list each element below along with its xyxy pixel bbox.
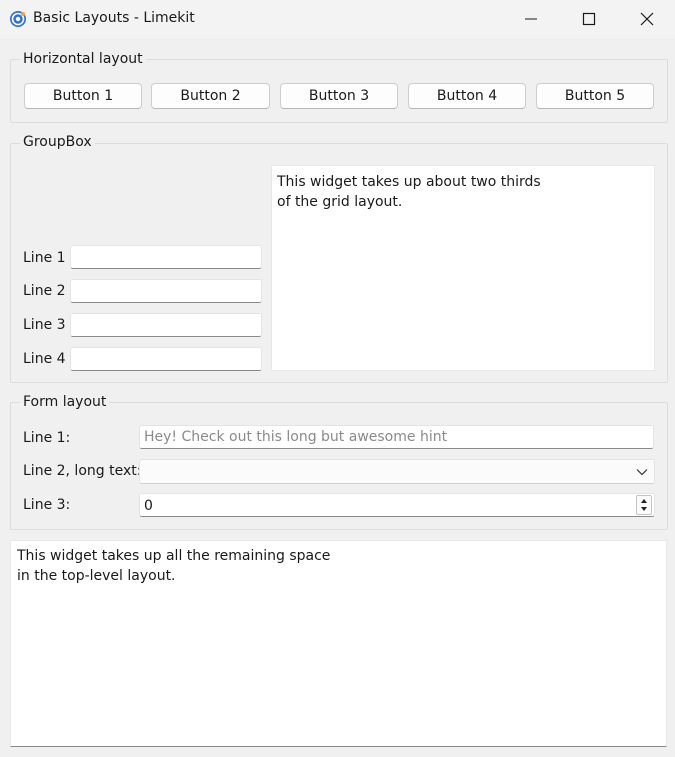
minimize-icon (525, 18, 537, 20)
button-5[interactable]: Button 5 (536, 83, 654, 109)
line-2-label: Line 2 (23, 283, 66, 299)
maximize-button[interactable] (560, 0, 618, 38)
form-line-1-input[interactable]: Hey! Check out this long but awesome hin… (139, 425, 654, 449)
maximize-icon (582, 12, 596, 26)
bottom-text-edit[interactable]: This widget takes up all the remaining s… (10, 540, 667, 747)
spin-down-icon[interactable] (637, 505, 651, 514)
line-1-input[interactable] (70, 245, 262, 269)
window-title: Basic Layouts - Limekit (33, 10, 195, 26)
form-line-3-spinbox[interactable]: 0 (139, 493, 655, 517)
limekit-app-icon (10, 11, 26, 27)
button-1[interactable]: Button 1 (24, 83, 142, 109)
line-3-input[interactable] (70, 313, 262, 337)
grid-group-title: GroupBox (20, 134, 95, 150)
close-icon (640, 12, 654, 26)
form-line-1-label: Line 1: (23, 430, 71, 446)
form-line-1-placeholder: Hey! Check out this long but awesome hin… (144, 429, 448, 445)
line-1-label: Line 1 (23, 250, 66, 266)
grid-text-edit[interactable]: This widget takes up about two thirds of… (271, 165, 655, 371)
close-button[interactable] (618, 0, 675, 38)
button-3[interactable]: Button 3 (280, 83, 398, 109)
line-2-input[interactable] (70, 279, 262, 303)
spin-buttons[interactable] (636, 495, 652, 515)
form-line-3-label: Line 3: (23, 497, 71, 513)
spin-up-icon[interactable] (637, 496, 651, 505)
chevron-down-icon (636, 469, 648, 476)
button-4[interactable]: Button 4 (408, 83, 526, 109)
line-4-input[interactable] (70, 347, 262, 371)
form-layout-title: Form layout (20, 394, 110, 410)
minimize-button[interactable] (502, 0, 560, 38)
line-3-label: Line 3 (23, 317, 66, 333)
title-bar[interactable]: Basic Layouts - Limekit (0, 0, 675, 38)
form-line-2-combobox[interactable] (139, 459, 655, 484)
button-2[interactable]: Button 2 (151, 83, 270, 109)
form-line-3-value: 0 (144, 498, 153, 514)
form-line-2-label: Line 2, long text: (23, 463, 142, 479)
horizontal-layout-title: Horizontal layout (20, 51, 146, 67)
line-4-label: Line 4 (23, 351, 66, 367)
